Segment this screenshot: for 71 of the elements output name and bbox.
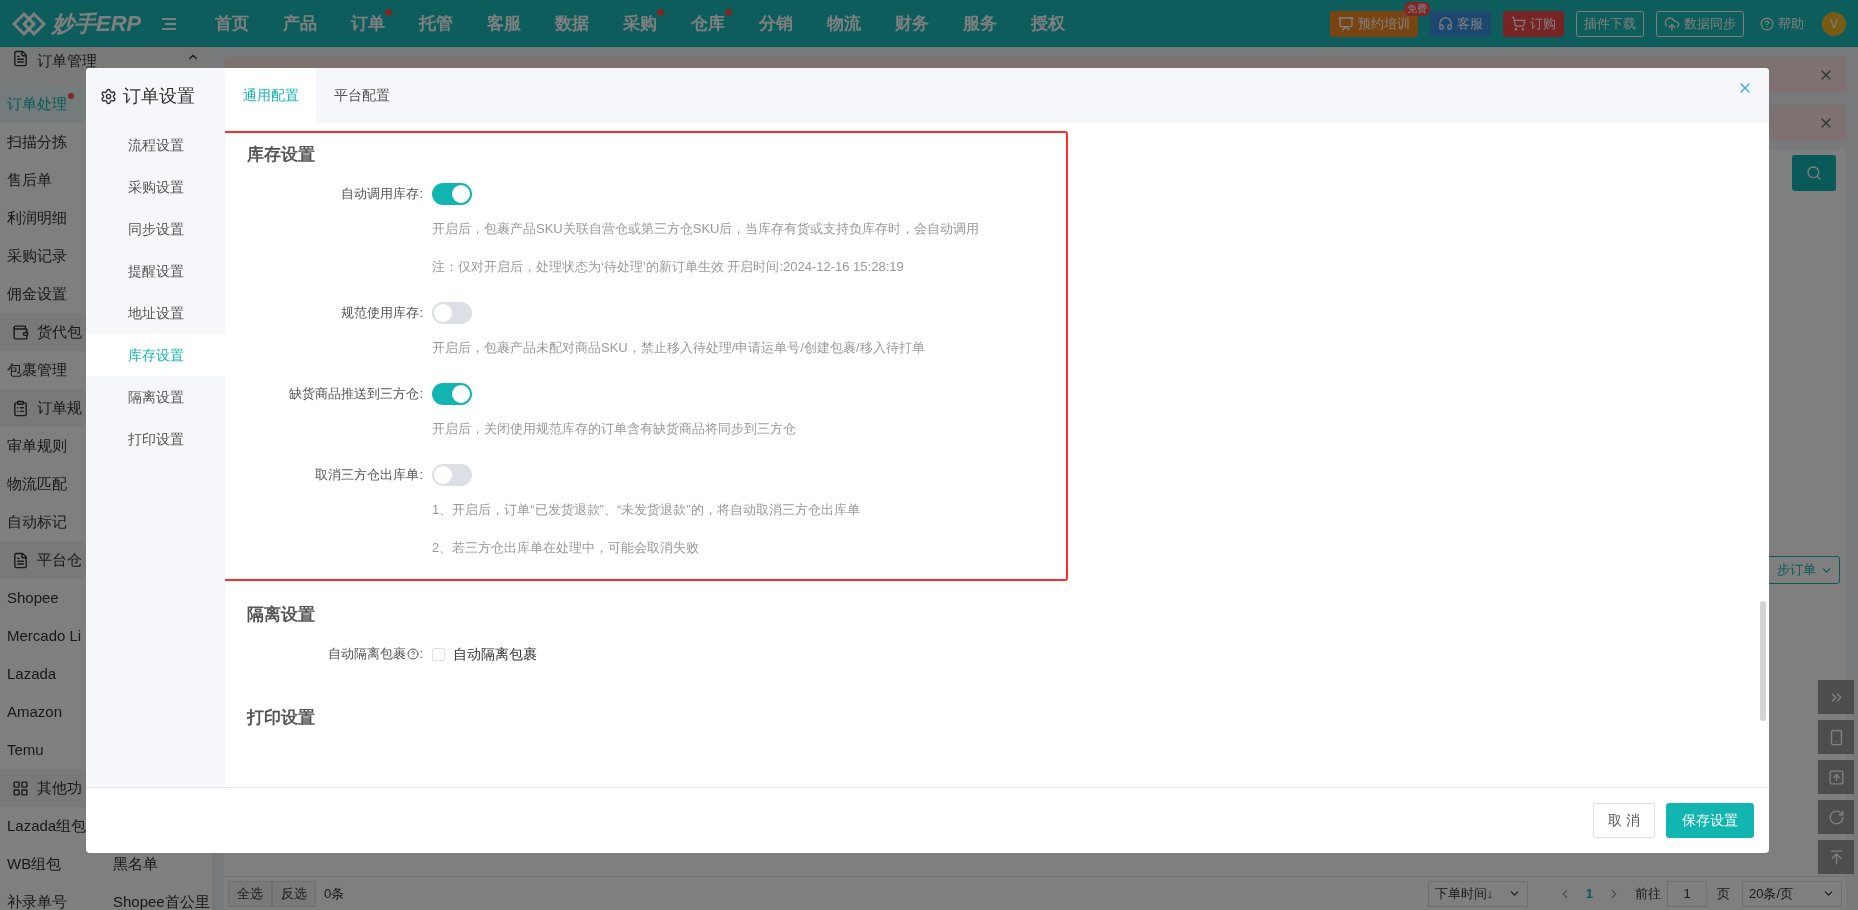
save-settings-button[interactable]: 保存设置 — [1666, 803, 1754, 838]
header-button[interactable]: 订购 — [1503, 10, 1564, 37]
setting-description: 1、开启后，订单“已发货退款”、“未发货退款”的，将自动取消三方仓出库单 — [432, 501, 861, 519]
group-icon — [12, 323, 29, 341]
logo-text: 妙手ERP — [52, 10, 142, 38]
group-icon — [12, 779, 29, 797]
settings-icon — [100, 87, 117, 105]
section-title: 打印设置 — [247, 707, 316, 729]
setting-description: 开启后，包裹产品未配对商品SKU，禁止移入待处理/申请运单号/创建包裹/移入待打单 — [432, 339, 926, 357]
refresh-icon — [1827, 808, 1845, 826]
section-title: 库存设置 — [247, 144, 316, 166]
settings-nav-item[interactable]: 打印设置 — [86, 418, 225, 460]
side-tool-button[interactable] — [1818, 680, 1854, 714]
help-icon — [407, 648, 420, 660]
group-icon — [12, 551, 29, 569]
badge: 免费 — [1404, 1, 1430, 16]
checkbox[interactable] — [432, 647, 445, 661]
dialog-title: 订单设置 — [123, 84, 195, 108]
setting-description: 2、若三方仓出库单在处理中，可能会取消失败 — [432, 539, 701, 557]
toggle-switch[interactable] — [432, 383, 472, 405]
setting-label: 取消三方仓出库单: — [314, 466, 423, 485]
settings-nav-item[interactable]: 提醒设置 — [86, 250, 225, 292]
setting-label: 自动调用库存: — [340, 185, 423, 204]
cancel-button[interactable]: 取 消 — [1593, 803, 1655, 838]
search-icon — [1806, 165, 1822, 181]
label-colon: : — [419, 645, 423, 664]
section-title: 隔离设置 — [247, 604, 316, 626]
side-tool-button[interactable] — [1818, 720, 1854, 754]
group-icon — [12, 399, 29, 417]
tab[interactable]: 通用配置 — [225, 68, 316, 123]
toggle-switch[interactable] — [432, 302, 472, 324]
headset-icon — [1438, 16, 1453, 31]
setting-label: 规范使用库存: — [340, 304, 423, 323]
setting-description: 开启后，关闭使用规范库存的订单含有缺货商品将同步到三方仓 — [432, 420, 797, 438]
invert-selection-button[interactable]: 反选 — [272, 880, 316, 907]
search-button[interactable] — [1792, 155, 1836, 191]
header-button[interactable]: 客服 — [1430, 10, 1491, 37]
setting-description: 开启后，包裹产品SKU关联自营仓或第三方仓SKU后，当库存有货或支持负库存时，会自动调用 — [432, 220, 981, 238]
page-size-dropdown[interactable]: 20条/页 — [1742, 880, 1842, 907]
tab[interactable]: 平台配置 — [316, 68, 407, 123]
menu-icon[interactable] — [161, 16, 178, 31]
help-icon — [1760, 16, 1774, 31]
settings-nav-item[interactable]: 隔离设置 — [86, 376, 225, 418]
side-tool-button[interactable] — [1818, 760, 1854, 794]
arrow-box-icon — [1827, 768, 1845, 786]
toggle-switch[interactable] — [432, 464, 472, 486]
setting-label: 缺货商品推送到三方仓: — [288, 385, 423, 404]
sidebar-item[interactable]: Shopee首公里 — [106, 883, 212, 910]
presentation-icon — [1338, 15, 1354, 32]
logo-icon — [12, 9, 46, 38]
settings-nav-item[interactable]: 采购设置 — [86, 166, 225, 208]
checkbox-option[interactable]: 自动隔离包裹 — [432, 643, 537, 665]
settings-nav-item[interactable]: 流程设置 — [86, 124, 225, 166]
sidebar-item[interactable]: 补录单号 — [0, 883, 106, 910]
settings-nav-item[interactable]: 地址设置 — [86, 292, 225, 334]
goto-label: 前往 — [1635, 884, 1661, 903]
side-tool-button[interactable] — [1818, 800, 1854, 834]
setting-description: 注：仅对开启后，处理状态为‘待处理’的新订单生效 开启时间:2024-12-16 15:28:19 — [432, 258, 905, 276]
cart-icon — [1511, 16, 1526, 31]
cloud-icon — [1664, 15, 1680, 32]
settings-nav-item[interactable]: 同步设置 — [86, 208, 225, 250]
side-tool-button[interactable] — [1818, 840, 1854, 874]
selected-count: 0条 — [324, 884, 345, 903]
page-unit: 页 — [1717, 884, 1730, 903]
select-all-button[interactable]: 全选 — [228, 880, 272, 907]
setting-label: 自动隔离包裹 : — [327, 644, 423, 664]
settings-nav-item[interactable]: 库存设置 — [86, 334, 225, 376]
toggle-switch[interactable] — [432, 183, 472, 205]
page-input[interactable]: 1 — [1667, 880, 1707, 907]
group-icon — [12, 50, 29, 67]
sort-dropdown[interactable]: 下单时间↓ — [1427, 880, 1528, 907]
